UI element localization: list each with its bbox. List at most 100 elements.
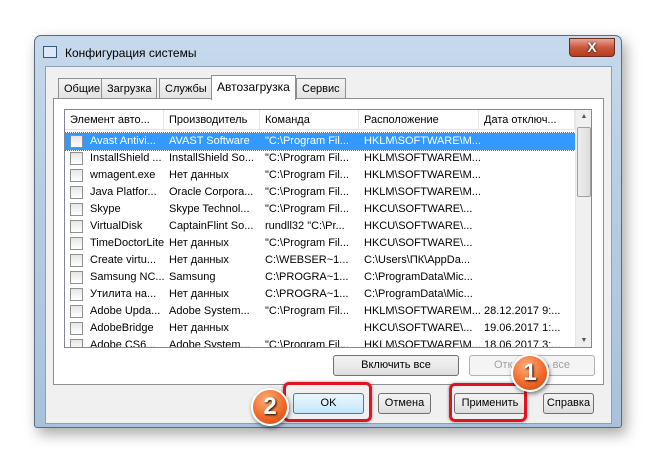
row-checkbox[interactable] xyxy=(70,288,83,301)
table-cell: "C:\Program Fil... xyxy=(265,152,349,164)
table-cell: C:\PROGRA~1... xyxy=(265,288,349,300)
table-cell: "C:\Program Fil... xyxy=(265,186,349,198)
table-cell xyxy=(480,201,576,218)
table-cell: HKLM\SOFTWARE\M... xyxy=(364,339,480,348)
row-checkbox[interactable] xyxy=(70,322,83,335)
table-cell: C:\ProgramData\Mic... xyxy=(364,271,473,283)
tab-boot[interactable]: Загрузка xyxy=(101,78,158,99)
scroll-up-icon[interactable]: ▲ xyxy=(576,113,591,120)
table-cell: 19.06.2017 1:... xyxy=(484,322,561,334)
table-row[interactable]: AdobeBridge Нет данных HKCU\SOFTWARE\... 19… xyxy=(65,320,575,337)
table-row[interactable]: InstallShield ... InstallShield So... "C:\… xyxy=(65,150,575,167)
ok-highlight xyxy=(283,382,372,422)
table-cell: Skype xyxy=(90,203,121,215)
table-cell: Samsung xyxy=(169,271,216,283)
table-cell xyxy=(480,252,576,269)
table-cell: "C:\Program Fil... xyxy=(265,237,349,249)
table-row[interactable]: wmagent.exe Нет данных "C:\Program Fil... H… xyxy=(65,167,575,184)
table-cell: HKLM\SOFTWARE\M... xyxy=(364,135,480,147)
app-icon xyxy=(43,46,57,58)
table-cell: wmagent.exe xyxy=(90,169,156,181)
row-checkbox[interactable] xyxy=(70,203,83,216)
row-checkbox[interactable] xyxy=(70,237,83,250)
table-cell: Adobe Upda... xyxy=(90,305,161,317)
col-item[interactable]: Элемент авто... xyxy=(65,110,164,129)
row-checkbox[interactable] xyxy=(70,254,83,267)
table-cell: HKCU\SOFTWARE\... xyxy=(364,237,473,249)
table-cell: Skype Technol... xyxy=(169,203,250,215)
table-cell: InstallShield So... xyxy=(169,152,254,164)
table-cell: Нет данных xyxy=(169,237,229,249)
tab-general[interactable]: Общие xyxy=(58,78,107,99)
table-cell: HKLM\SOFTWARE\M... xyxy=(364,152,480,164)
table-cell: rundll32 "C:\Pr... xyxy=(265,220,345,232)
table-cell: HKLM\SOFTWARE\M... xyxy=(364,186,480,198)
col-command[interactable]: Команда xyxy=(260,110,359,129)
startup-panel: Элемент авто... Производитель Команда Ра… xyxy=(53,98,604,385)
table-cell xyxy=(480,269,576,286)
col-location[interactable]: Расположение xyxy=(359,110,479,129)
table-cell: HKCU\SOFTWARE\... xyxy=(364,203,473,215)
row-checkbox[interactable] xyxy=(70,152,83,165)
table-row[interactable]: Java Platfor... Oracle Corpora... "C:\Prog… xyxy=(65,184,575,201)
tab-services[interactable]: Службы xyxy=(159,78,213,99)
table-cell: VirtualDisk xyxy=(90,220,143,232)
table-cell: AdobeBridge xyxy=(90,322,154,334)
table-cell: "C:\Program Fil... xyxy=(265,135,349,147)
tab-tools[interactable]: Сервис xyxy=(296,78,346,99)
close-button[interactable]: X xyxy=(569,38,615,57)
table-cell: AVAST Software xyxy=(169,135,250,147)
table-cell: Нет данных xyxy=(169,169,229,181)
scroll-down-icon[interactable]: ▼ xyxy=(576,337,591,344)
table-row[interactable]: Avast Antivi... AVAST Software "C:\Program… xyxy=(65,132,576,151)
row-checkbox[interactable] xyxy=(70,271,83,284)
table-cell xyxy=(480,184,576,201)
table-row[interactable]: TimeDoctorLite Нет данных "C:\Program Fil.… xyxy=(65,235,575,252)
apply-highlight xyxy=(449,383,527,422)
col-manufacturer[interactable]: Производитель xyxy=(164,110,260,129)
table-cell: Нет данных xyxy=(169,254,229,266)
table-row[interactable]: Create virtu... Нет данных C:\WEBSER~1... C… xyxy=(65,252,575,269)
table-cell xyxy=(480,218,576,235)
step-badge-2: 2 xyxy=(251,388,289,426)
tab-startup[interactable]: Автозагрузка xyxy=(211,75,296,100)
table-cell xyxy=(480,167,576,184)
table-cell: InstallShield ... xyxy=(90,152,162,164)
table-row[interactable]: Adobe Upda... Adobe System... "C:\Program … xyxy=(65,303,575,320)
table-cell: TimeDoctorLite xyxy=(90,237,165,249)
table-cell: Утилита на... xyxy=(90,288,157,300)
col-date[interactable]: Дата отключ... xyxy=(479,110,575,129)
table-cell: HKLM\SOFTWARE\M... xyxy=(364,169,480,181)
table-cell: Adobe System... xyxy=(169,305,250,317)
table-row[interactable]: Samsung NC... Samsung C:\PROGRA~1... C:\Pro… xyxy=(65,269,575,286)
enable-all-button[interactable]: Включить все xyxy=(333,355,459,376)
row-checkbox[interactable] xyxy=(70,186,83,199)
table-cell: 28.12.2017 9:... xyxy=(484,305,561,317)
table-cell: Oracle Corpora... xyxy=(169,186,254,198)
row-checkbox[interactable] xyxy=(70,169,83,182)
cancel-button[interactable]: Отмена xyxy=(378,393,431,414)
table-cell: CaptainFlint So... xyxy=(169,220,254,232)
table-row[interactable]: VirtualDisk CaptainFlint So... rundll32 "C… xyxy=(65,218,575,235)
scroll-thumb[interactable] xyxy=(577,127,591,197)
table-cell xyxy=(480,150,576,167)
table-cell: C:\WEBSER~1... xyxy=(265,254,349,266)
table-cell xyxy=(480,133,576,150)
table-cell: 18.06.2017 3:... xyxy=(484,339,561,348)
table-cell: "C:\Program Fil... xyxy=(265,169,349,181)
row-checkbox[interactable] xyxy=(70,339,83,347)
help-button[interactable]: Справка xyxy=(543,393,594,414)
vertical-scrollbar[interactable]: ▲ ▼ xyxy=(575,110,591,347)
table-cell: "C:\Program Fil... xyxy=(265,305,349,317)
table-cell: HKCU\SOFTWARE\... xyxy=(364,322,473,334)
table-row[interactable]: Утилита на... Нет данных C:\PROGRA~1... C:\… xyxy=(65,286,575,303)
table-cell: Adobe System... xyxy=(169,339,250,348)
table-row[interactable]: Adobe CS6... Adobe System... "C:\Program F… xyxy=(65,337,575,348)
table-cell: HKCU\SOFTWARE\... xyxy=(364,220,473,232)
row-checkbox[interactable] xyxy=(70,305,83,318)
table-cell: "C:\Program Fil... xyxy=(265,203,349,215)
table-cell: Нет данных xyxy=(169,288,229,300)
row-checkbox[interactable] xyxy=(70,220,83,233)
row-checkbox[interactable] xyxy=(70,135,83,148)
table-row[interactable]: Skype Skype Technol... "C:\Program Fil... H… xyxy=(65,201,575,218)
